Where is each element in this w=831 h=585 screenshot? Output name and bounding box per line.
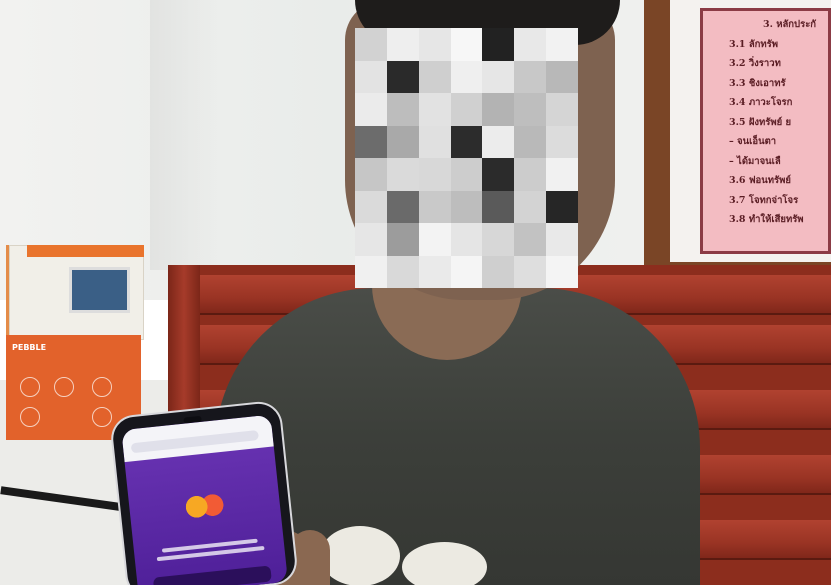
legal-poster: 3. หลักประกั 3.1 ลักทรัพ 3.2 วิ่งราวท 3.… — [700, 8, 831, 254]
person-thumb — [290, 530, 330, 585]
shirt-print-shape — [402, 542, 487, 585]
phone-url-field — [130, 429, 260, 454]
poster-line: 3. หลักประกั — [763, 19, 817, 30]
shirt-print — [320, 520, 495, 585]
box-orange-band — [27, 245, 144, 257]
photo-scene: 3. หลักประกั 3.1 ลักทรัพ 3.2 วิ่งราวท 3.… — [0, 0, 831, 585]
phone-browser-bar — [121, 414, 274, 463]
poster-line: 3.5 ฝังทรัพย์ ย — [729, 116, 792, 128]
shirt-print-shape — [320, 526, 400, 585]
poster-line: 3.4 ภาวะโจรก — [729, 97, 793, 108]
box-feature-icon — [92, 377, 112, 397]
box-brand-label: PEBBLE — [12, 343, 47, 352]
app-input-field — [152, 565, 272, 585]
app-logo-icon — [183, 489, 226, 522]
poster-line: 3.8 ทำให้เสียทรัพ — [729, 214, 804, 225]
box-feature-icon — [92, 407, 112, 427]
smartphone — [111, 401, 297, 585]
face-pixelation — [355, 28, 578, 288]
poster-line: 3.7 โจทกจ่าโจร — [729, 194, 799, 206]
box-feature-icon — [20, 407, 40, 427]
box-feature-icon — [20, 377, 40, 397]
wall-shadow — [150, 0, 220, 270]
box-feature-icon — [54, 377, 74, 397]
poster-line: 3.6 ฟอนทรัพย์ — [729, 175, 791, 186]
poster-line: 3.1 ลักทรัพ — [729, 38, 779, 50]
poster-line: 3.2 วิ่งราวท — [729, 58, 781, 69]
phone-screen — [121, 414, 288, 585]
box-product-image — [69, 267, 130, 313]
poster-line: – ได้มาจนเลื — [729, 155, 781, 167]
poster-line: 3.3 ชิงเอาทรั — [729, 77, 786, 89]
product-boxes: PEBBLE — [6, 245, 154, 440]
camera-box — [6, 245, 144, 340]
poster-line: – จนเอ็นตา — [729, 136, 777, 147]
